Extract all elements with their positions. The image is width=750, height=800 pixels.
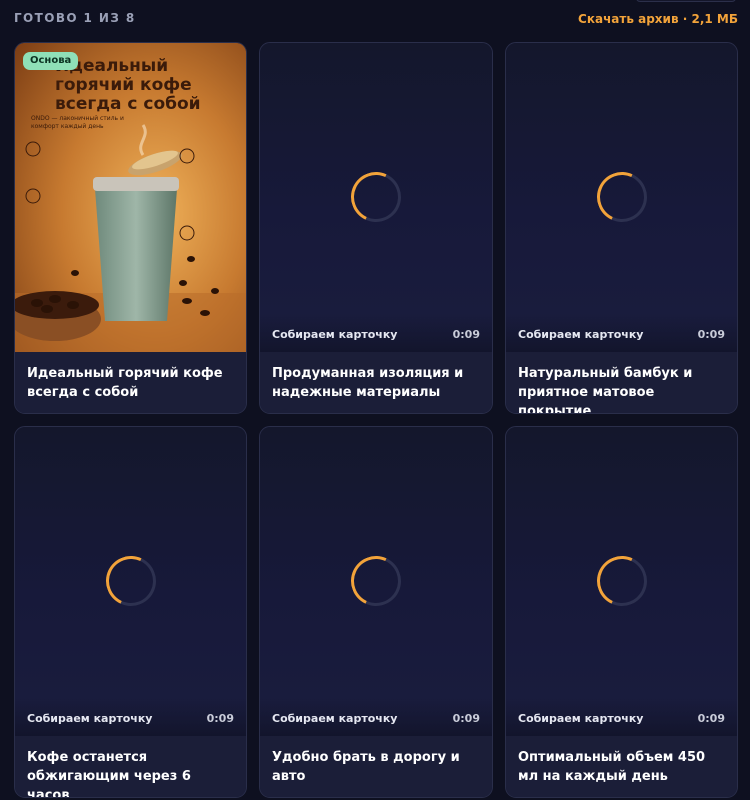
progress-label: Собираем карточку xyxy=(27,712,153,725)
top-bar: ГОТОВО 1 ИЗ 8 Скачать архив · 2,1 МБ xyxy=(0,0,750,40)
progress-timer: 0:09 xyxy=(697,328,725,341)
generation-status: ГОТОВО 1 ИЗ 8 xyxy=(14,11,136,25)
poster-title: Идеальный горячий кофе всегда с собой xyxy=(55,56,201,114)
card-loading[interactable]: Собираем карточку 0:09 Оптимальный объем… xyxy=(505,426,738,798)
card-preview: Собираем карточку 0:09 xyxy=(260,427,492,736)
base-badge: Основа xyxy=(23,52,79,70)
top-control-edge[interactable] xyxy=(636,0,736,2)
card-caption: Продуманная изоляция и надежные материал… xyxy=(260,352,492,413)
loading-spinner-icon xyxy=(343,548,409,614)
loading-spinner-icon xyxy=(98,548,163,614)
card-preview: Собираем карточку 0:09 xyxy=(506,427,737,736)
card-caption: Идеальный горячий кофе всегда с собой xyxy=(15,352,246,413)
cards-grid: Идеальный горячий кофе всегда с собой ON… xyxy=(14,42,738,798)
progress-row: Собираем карточку 0:09 xyxy=(15,698,246,736)
progress-label: Собираем карточку xyxy=(272,328,398,341)
progress-label: Собираем карточку xyxy=(272,712,398,725)
card-caption: Натуральный бамбук и приятное матовое по… xyxy=(506,352,737,413)
poster-subtitle: ONDO — лаконичный стиль и комфорт каждый… xyxy=(31,115,124,130)
progress-timer: 0:09 xyxy=(452,328,480,341)
download-archive-link[interactable]: Скачать архив · 2,1 МБ xyxy=(578,12,738,26)
progress-label: Собираем карточку xyxy=(518,328,644,341)
progress-label: Собираем карточку xyxy=(518,712,644,725)
card-preview: Собираем карточку 0:09 xyxy=(15,427,246,736)
card-caption: Оптимальный объем 450 мл на каждый день xyxy=(506,736,737,797)
card-caption: Удобно брать в дорогу и авто xyxy=(260,736,492,797)
progress-row: Собираем карточку 0:09 xyxy=(260,314,492,352)
progress-row: Собираем карточку 0:09 xyxy=(260,698,492,736)
loading-spinner-icon xyxy=(343,164,409,230)
card-loading[interactable]: Собираем карточку 0:09 Продуманная изоля… xyxy=(259,42,493,414)
card-preview: Идеальный горячий кофе всегда с собой ON… xyxy=(15,43,246,352)
progress-row: Собираем карточку 0:09 xyxy=(506,314,737,352)
card-caption: Кофе останется обжигающим через 6 часов xyxy=(15,736,246,797)
progress-timer: 0:09 xyxy=(697,712,725,725)
card-loading[interactable]: Собираем карточку 0:09 Натуральный бамбу… xyxy=(505,42,738,414)
card-ready[interactable]: Идеальный горячий кофе всегда с собой ON… xyxy=(14,42,247,414)
loading-spinner-icon xyxy=(589,548,654,614)
card-loading[interactable]: Собираем карточку 0:09 Удобно брать в до… xyxy=(259,426,493,798)
progress-row: Собираем карточку 0:09 xyxy=(506,698,737,736)
card-loading[interactable]: Собираем карточку 0:09 Кофе останется об… xyxy=(14,426,247,798)
card-preview: Собираем карточку 0:09 xyxy=(260,43,492,352)
progress-timer: 0:09 xyxy=(452,712,480,725)
progress-timer: 0:09 xyxy=(206,712,234,725)
card-preview: Собираем карточку 0:09 xyxy=(506,43,737,352)
loading-spinner-icon xyxy=(589,164,654,230)
